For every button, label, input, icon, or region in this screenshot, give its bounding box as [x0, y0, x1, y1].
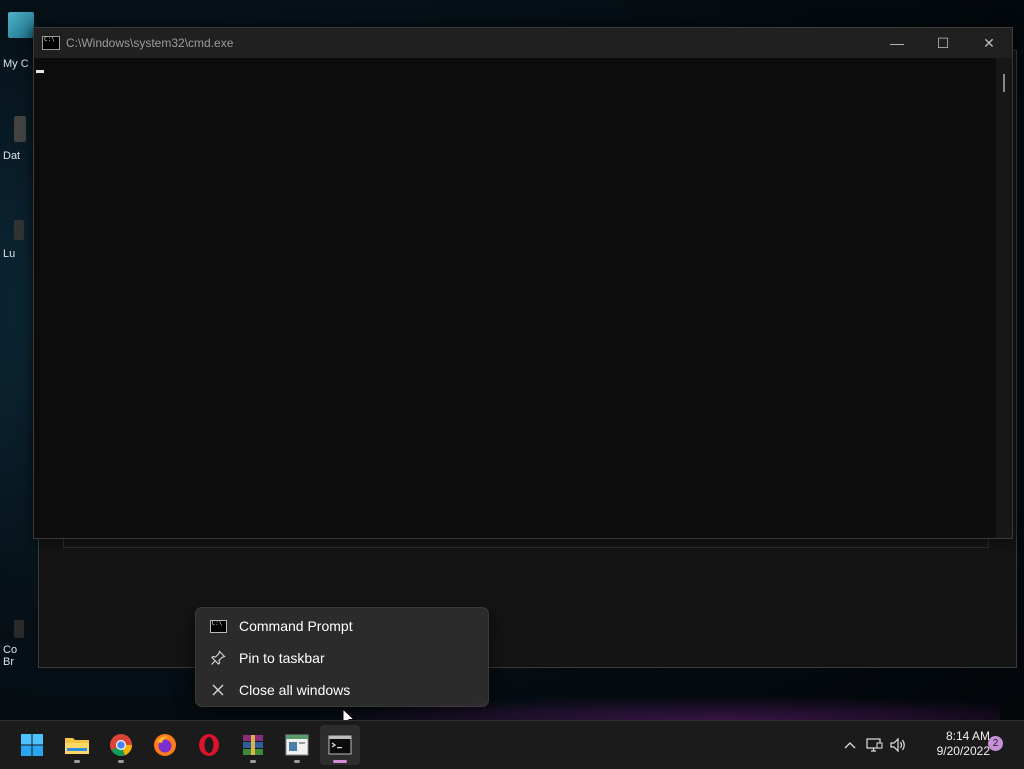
- archive-icon: [243, 735, 263, 755]
- desktop-icon-label: My C: [3, 58, 29, 70]
- file-icon: [14, 116, 26, 142]
- pin-icon: [209, 650, 227, 666]
- text-cursor: [36, 70, 44, 73]
- taskbar-opera[interactable]: [189, 725, 229, 765]
- windows-logo-icon: [21, 734, 43, 756]
- chevron-up-icon[interactable]: [838, 741, 862, 749]
- scrollbar-thumb[interactable]: [1003, 74, 1005, 92]
- desktop-icon-label: Dat: [3, 150, 21, 162]
- maximize-button[interactable]: ☐: [920, 28, 966, 58]
- cmd-window-title: C:\Windows\system32\cmd.exe: [66, 36, 234, 50]
- running-indicator: [333, 760, 347, 763]
- system-tray: [838, 721, 910, 769]
- desktop-icon-label: Lu: [3, 248, 16, 260]
- clock-date: 9/20/2022: [936, 744, 990, 758]
- menu-item-label: Command Prompt: [239, 618, 353, 634]
- cmd-icon: [328, 735, 352, 755]
- cmd-icon: [42, 36, 60, 50]
- cmd-icon: [209, 619, 227, 633]
- cmd-window[interactable]: C:\Windows\system32\cmd.exe — ☐ ✕: [33, 27, 1013, 539]
- opera-icon: [199, 734, 219, 756]
- taskbar: 8:14 AM 9/20/2022: [0, 720, 1024, 769]
- desktop-icon-lu[interactable]: Lu: [0, 220, 36, 260]
- minimize-button[interactable]: —: [874, 28, 920, 58]
- file-icon: [14, 220, 24, 240]
- running-indicator: [294, 760, 300, 763]
- file-icon: [14, 620, 24, 638]
- close-icon: [209, 683, 227, 697]
- vertical-scrollbar[interactable]: [996, 58, 1012, 538]
- desktop-icon-label: Co Br: [3, 644, 18, 668]
- notification-badge[interactable]: 2: [988, 736, 1003, 751]
- desktop-icon-data[interactable]: Dat: [0, 116, 36, 162]
- taskbar-file-explorer[interactable]: [57, 725, 97, 765]
- running-indicator: [118, 760, 124, 763]
- desktop-icon-co-br[interactable]: Co Br: [0, 620, 36, 668]
- network-icon[interactable]: [862, 737, 886, 753]
- menu-item-label: Pin to taskbar: [239, 650, 325, 666]
- running-indicator: [250, 760, 256, 763]
- chrome-icon: [110, 734, 132, 756]
- taskbar-jump-list: Command Prompt Pin to taskbar Close all …: [195, 607, 489, 707]
- console-area[interactable]: [34, 58, 1012, 538]
- taskbar-winrar[interactable]: [233, 725, 273, 765]
- taskbar-command-prompt[interactable]: [320, 725, 360, 765]
- running-indicator: [74, 760, 80, 763]
- taskbar-chrome[interactable]: [101, 725, 141, 765]
- firefox-icon: [154, 734, 176, 756]
- volume-icon[interactable]: [886, 737, 910, 753]
- taskbar-editor[interactable]: [277, 725, 317, 765]
- desktop-icon-my-computer[interactable]: My C: [0, 12, 36, 70]
- window-app-icon: [285, 734, 309, 756]
- close-button[interactable]: ✕: [966, 28, 1012, 58]
- clock-time: 8:14 AM: [945, 729, 990, 743]
- clock[interactable]: 8:14 AM 9/20/2022: [918, 729, 990, 759]
- cmd-title-bar[interactable]: C:\Windows\system32\cmd.exe — ☐ ✕: [34, 28, 1012, 58]
- menu-item-pin-to-taskbar[interactable]: Pin to taskbar: [196, 643, 488, 673]
- menu-item-command-prompt[interactable]: Command Prompt: [196, 611, 488, 641]
- computer-icon: [8, 12, 34, 38]
- start-button[interactable]: [12, 725, 52, 765]
- background-window-panel: [63, 539, 989, 548]
- folder-icon: [65, 738, 89, 754]
- taskbar-firefox[interactable]: [145, 725, 185, 765]
- taskbar-glow: [300, 696, 1000, 720]
